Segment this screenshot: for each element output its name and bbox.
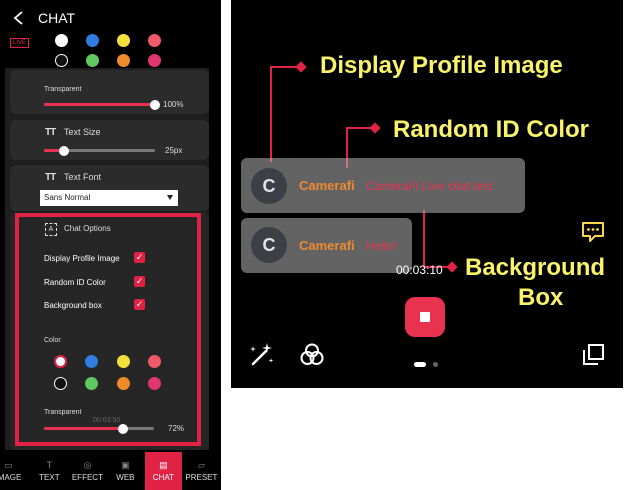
- text-icon: T: [46, 460, 53, 470]
- color-swatch-pink[interactable]: [148, 54, 161, 67]
- chat-settings-screen: CHAT LIVE Transparent 100% TT Text Size …: [0, 0, 221, 490]
- color-swatch-orange[interactable]: [117, 54, 130, 67]
- color-swatch-black[interactable]: [55, 54, 68, 67]
- chat-bubble-icon[interactable]: [580, 220, 606, 244]
- layers-icon[interactable]: [580, 342, 606, 368]
- avatar: C: [251, 227, 287, 263]
- avatar: C: [251, 168, 287, 204]
- chat-icon: ▤: [159, 460, 168, 470]
- tab-image[interactable]: ▭ IMAGE: [0, 452, 27, 490]
- slider-fill: [44, 103, 155, 106]
- tab-effect[interactable]: ◎ EFFECT: [69, 452, 106, 490]
- text-size-panel: TT Text Size 25px: [10, 120, 209, 160]
- color-swatch-green[interactable]: [86, 54, 99, 67]
- slider-knob[interactable]: [58, 145, 69, 156]
- text-size-slider[interactable]: [44, 145, 155, 156]
- transparent-panel: Transparent 100%: [10, 70, 209, 114]
- chevron-down-icon: [167, 195, 173, 200]
- page-title: CHAT: [38, 10, 76, 26]
- annotation-line-profile: [270, 66, 300, 162]
- transparent-value: 100%: [163, 100, 184, 109]
- image-icon: ▭: [4, 460, 13, 470]
- chat-username: Camerafi: [299, 178, 355, 193]
- preset-icon: ▱: [197, 460, 205, 470]
- color-swatch-red[interactable]: [148, 34, 161, 47]
- color-swatch-yellow[interactable]: [117, 34, 130, 47]
- tab-preset[interactable]: ▱ PRESET: [183, 452, 220, 490]
- text-font-icon: TT: [45, 172, 56, 183]
- chat-options-highlight: [15, 213, 201, 446]
- transparent-slider[interactable]: [44, 99, 160, 110]
- chat-username: Camerafi: [299, 238, 355, 253]
- annotation-background-line2: Box: [518, 284, 564, 311]
- effect-icon: ◎: [83, 460, 92, 470]
- transparent-label: Transparent: [44, 86, 82, 93]
- font-select-value: Sans Normal: [44, 193, 91, 202]
- magic-wand-icon[interactable]: [247, 340, 275, 368]
- annotation-line-background: [423, 210, 451, 268]
- tab-bar: ▭ IMAGE T TEXT ◎ EFFECT ▣ WEB ▤ CHAT ▱ P…: [0, 452, 221, 490]
- font-select[interactable]: Sans Normal: [40, 190, 178, 206]
- recording-timer: 00:03:10: [396, 263, 443, 277]
- stop-recording-button[interactable]: [405, 297, 445, 337]
- annotation-random-id-color: Random ID Color: [393, 116, 589, 143]
- back-arrow-icon[interactable]: [12, 10, 26, 26]
- page-indicator-active: [414, 362, 426, 367]
- stop-icon: [420, 312, 430, 322]
- text-size-label: Text Size: [64, 127, 101, 137]
- page-indicator: [433, 362, 438, 367]
- slider-knob[interactable]: [150, 99, 160, 110]
- chat-message-box: C Camerafi CameraFi Live chat test: [241, 158, 525, 213]
- tab-text[interactable]: T TEXT: [31, 452, 68, 490]
- text-size-value: 25px: [165, 146, 183, 155]
- text-size-icon: TT: [45, 127, 56, 138]
- tab-chat[interactable]: ▤ CHAT: [145, 452, 182, 490]
- color-swatch-white[interactable]: [55, 34, 68, 47]
- chat-message-box: C Camerafi Hello!: [241, 218, 412, 273]
- color-swatch-blue[interactable]: [86, 34, 99, 47]
- chat-message-text: CameraFi Live chat test: [366, 179, 493, 193]
- tab-web[interactable]: ▣ WEB: [107, 452, 144, 490]
- web-icon: ▣: [121, 460, 130, 470]
- annotation-background-line1: Background: [465, 254, 606, 281]
- top-color-swatches: [0, 28, 221, 70]
- chat-message-text: Hello!: [366, 239, 397, 253]
- filter-icon[interactable]: [298, 341, 326, 369]
- text-font-label: Text Font: [64, 172, 102, 182]
- annotation-display-profile-image: Display Profile Image: [320, 52, 563, 79]
